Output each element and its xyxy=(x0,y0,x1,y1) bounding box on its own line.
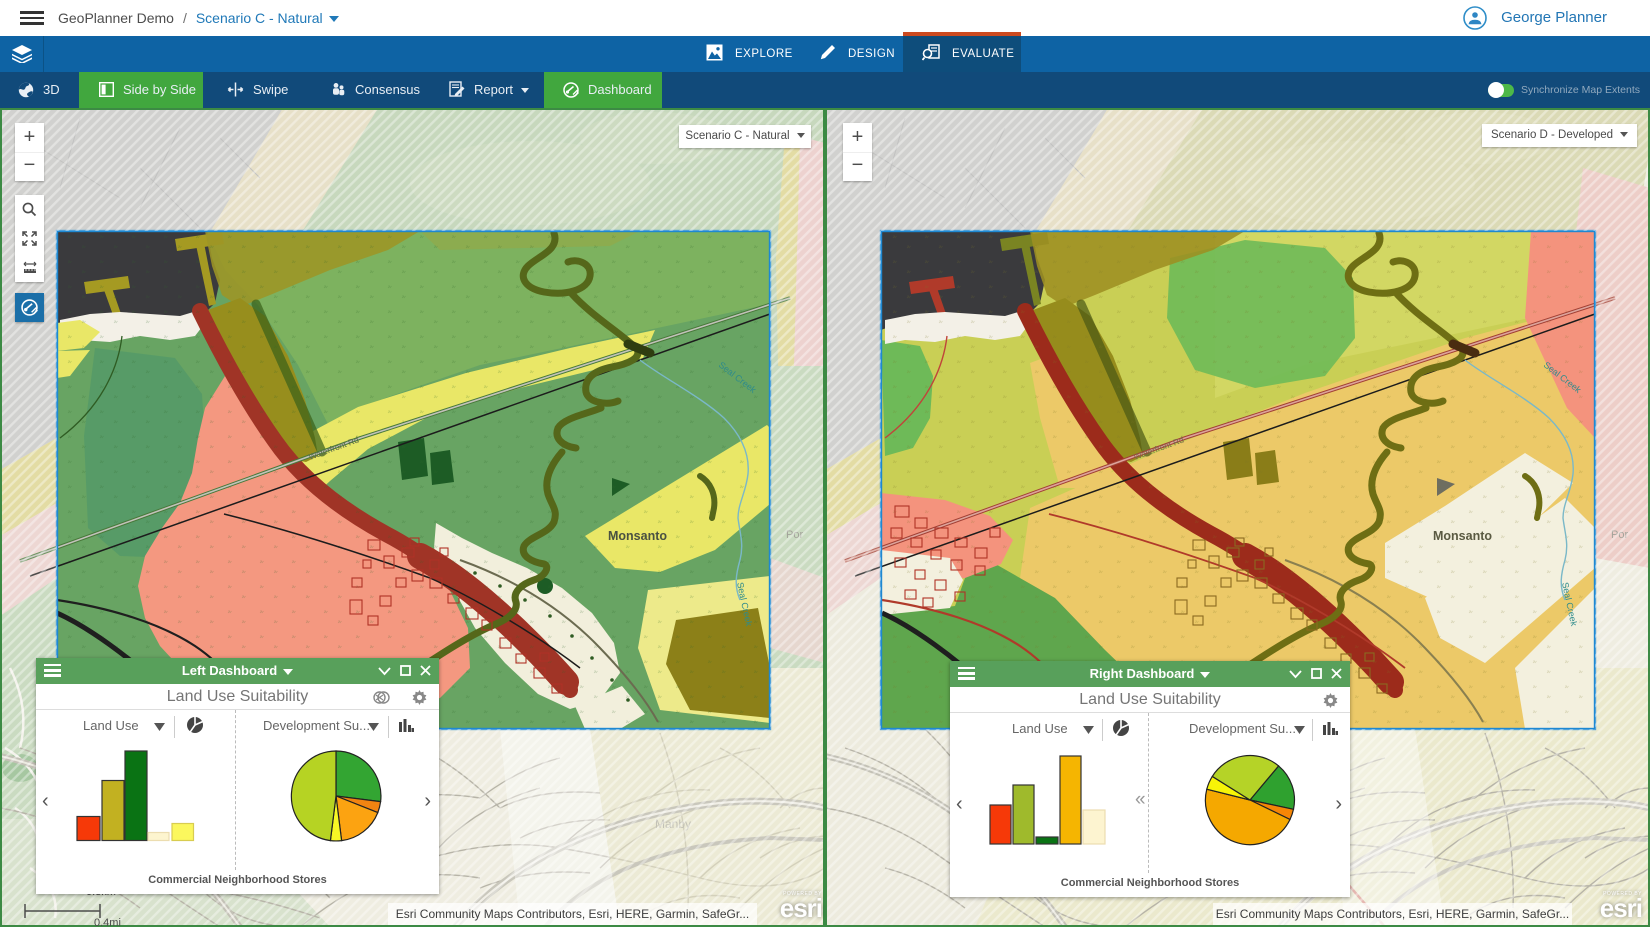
svg-text:Monsanto: Monsanto xyxy=(608,529,667,543)
svg-text:0.4mi: 0.4mi xyxy=(94,917,121,927)
svg-text:Monsanto: Monsanto xyxy=(1433,529,1492,543)
